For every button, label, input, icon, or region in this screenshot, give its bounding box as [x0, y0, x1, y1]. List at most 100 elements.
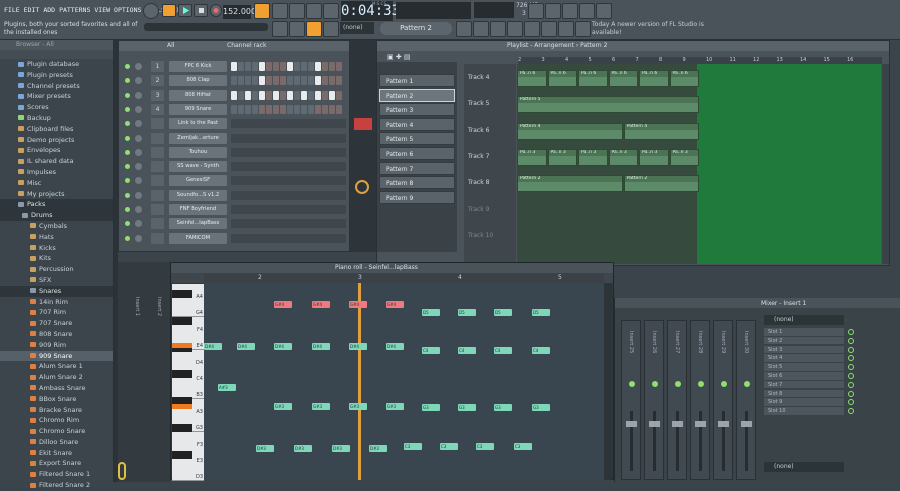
channel-filter[interactable]: All	[167, 42, 174, 49]
step-button[interactable]	[238, 90, 244, 100]
step-button[interactable]	[329, 90, 335, 100]
browser-item[interactable]: Envelopes	[0, 145, 113, 156]
channel-led[interactable]	[125, 178, 130, 184]
note[interactable]: C4	[458, 347, 476, 354]
step-button[interactable]	[280, 62, 286, 71]
channel-pan-knob[interactable]	[135, 220, 142, 228]
step-button[interactable]	[315, 104, 321, 114]
slot-enable-led[interactable]	[848, 346, 854, 353]
blend-notes-button[interactable]	[306, 3, 322, 19]
note[interactable]: C3	[404, 443, 422, 450]
browser-item[interactable]: Misc	[0, 178, 113, 189]
channel-row[interactable]: Seinfel...lapBass	[121, 218, 349, 230]
tempo-display[interactable]: 152.000	[223, 5, 256, 19]
insert-led[interactable]	[698, 381, 704, 387]
channel-mixer-track[interactable]: 3	[151, 89, 164, 101]
channel-name-button[interactable]: FAMICOM	[169, 232, 227, 244]
channel-mixer-track[interactable]	[151, 189, 164, 201]
step-button[interactable]	[308, 104, 314, 114]
step-button[interactable]	[252, 76, 258, 86]
channel-led[interactable]	[125, 78, 130, 84]
note[interactable]: G#3	[386, 403, 404, 410]
mixer-insert-strip[interactable]: Insert 25	[621, 320, 641, 480]
countdown-button[interactable]	[289, 3, 305, 19]
channel-mixer-track[interactable]: 1	[151, 61, 164, 72]
step-button[interactable]	[301, 104, 307, 114]
playlist-clip[interactable]: Pa..n 3	[578, 148, 608, 166]
menu-item-patterns[interactable]: PATTERNS	[59, 6, 90, 14]
playlist-clip[interactable]: Pattern 5	[517, 96, 699, 114]
channel-row[interactable]: SS wave - Synth	[121, 161, 349, 173]
step-button[interactable]	[280, 76, 286, 86]
browser-item[interactable]: SFX	[0, 275, 113, 286]
browser-item[interactable]: Backup	[0, 113, 113, 124]
piano-roll-icon[interactable]	[473, 21, 489, 37]
browser-item[interactable]: Channel presets	[0, 81, 113, 92]
browser-item[interactable]: Alum Snare 1	[0, 361, 113, 372]
track-header-label[interactable]: Track 5	[468, 100, 489, 107]
browser-item[interactable]: Kits	[0, 253, 113, 264]
piano-roll-preview[interactable]	[231, 133, 346, 143]
browser-item[interactable]: 808 Snare	[0, 329, 113, 340]
mixer-icon[interactable]	[507, 21, 523, 37]
channel-mixer-track[interactable]	[151, 161, 164, 173]
mixer-insert-strip[interactable]: Insert 27	[667, 320, 687, 480]
step-button[interactable]	[329, 76, 335, 86]
browser-item[interactable]: Chromo Snare	[0, 426, 113, 437]
step-button[interactable]	[315, 90, 321, 100]
step-button[interactable]	[287, 62, 293, 71]
note[interactable]: G#4	[274, 301, 292, 308]
step-button[interactable]	[322, 104, 328, 114]
channel-row[interactable]: Touhou	[121, 146, 349, 159]
track-header-label[interactable]: Track 6	[468, 127, 489, 134]
step-button[interactable]	[287, 104, 293, 114]
note[interactable]: G3	[532, 404, 550, 411]
note[interactable]: G#3	[349, 403, 367, 410]
slot-enable-led[interactable]	[848, 337, 854, 344]
step-button[interactable]	[259, 104, 265, 114]
browser-item[interactable]: Hats	[0, 232, 113, 243]
playlist-clip[interactable]: Pattern 2	[623, 175, 699, 193]
channel-row[interactable]: 1 FPC 6 Kick	[121, 61, 349, 73]
step-button[interactable]	[308, 76, 314, 86]
playlist-clip[interactable]: Pattern 4	[623, 122, 699, 140]
browser-item[interactable]: 14in Rim	[0, 297, 113, 308]
step-button[interactable]	[245, 104, 251, 114]
step-button[interactable]	[329, 62, 335, 71]
step-button[interactable]	[273, 90, 279, 100]
mixer-fx-slot[interactable]: Slot 8	[764, 389, 844, 399]
step-button[interactable]	[252, 62, 258, 71]
step-button[interactable]	[308, 90, 314, 100]
note[interactable]: D#4	[349, 343, 367, 350]
note[interactable]: C4	[532, 347, 550, 354]
browser-item[interactable]: Chromo Rim	[0, 415, 113, 426]
piano-roll-scrollbar[interactable]	[604, 283, 612, 480]
slot-enable-led[interactable]	[848, 390, 854, 397]
step-button[interactable]	[301, 62, 307, 71]
step-button[interactable]	[238, 76, 244, 86]
browser-header[interactable]: Browser - All	[0, 40, 113, 50]
step-button[interactable]	[336, 76, 342, 86]
project-info-icon[interactable]	[575, 21, 591, 37]
mute-led[interactable]	[354, 118, 372, 130]
channel-row[interactable]: 4 909 Snare	[121, 103, 349, 116]
channel-led[interactable]	[125, 121, 130, 127]
record-audio-icon[interactable]	[528, 3, 544, 19]
multilink-button[interactable]	[323, 21, 339, 37]
note[interactable]: D5	[458, 309, 476, 316]
note[interactable]: C3	[440, 443, 458, 450]
piano-key[interactable]: D3	[172, 464, 204, 482]
pattern-song-toggle[interactable]	[143, 3, 159, 19]
play-button[interactable]	[178, 4, 192, 17]
playlist-clip[interactable]: Pattern 2	[517, 175, 623, 193]
channel-pan-knob[interactable]	[135, 206, 142, 213]
browser-icon[interactable]	[524, 21, 540, 37]
note[interactable]: G#4	[349, 301, 367, 308]
channel-name-button[interactable]: FPC 6 Kick	[169, 61, 227, 72]
browser-item[interactable]: Plugin presets	[0, 70, 113, 81]
piano-roll-preview[interactable]	[231, 205, 346, 214]
fader-handle[interactable]	[718, 421, 729, 427]
channel-name-button[interactable]: Seinfel...lapBass	[169, 218, 227, 230]
step-button[interactable]	[238, 62, 244, 71]
step-button[interactable]	[280, 90, 286, 100]
